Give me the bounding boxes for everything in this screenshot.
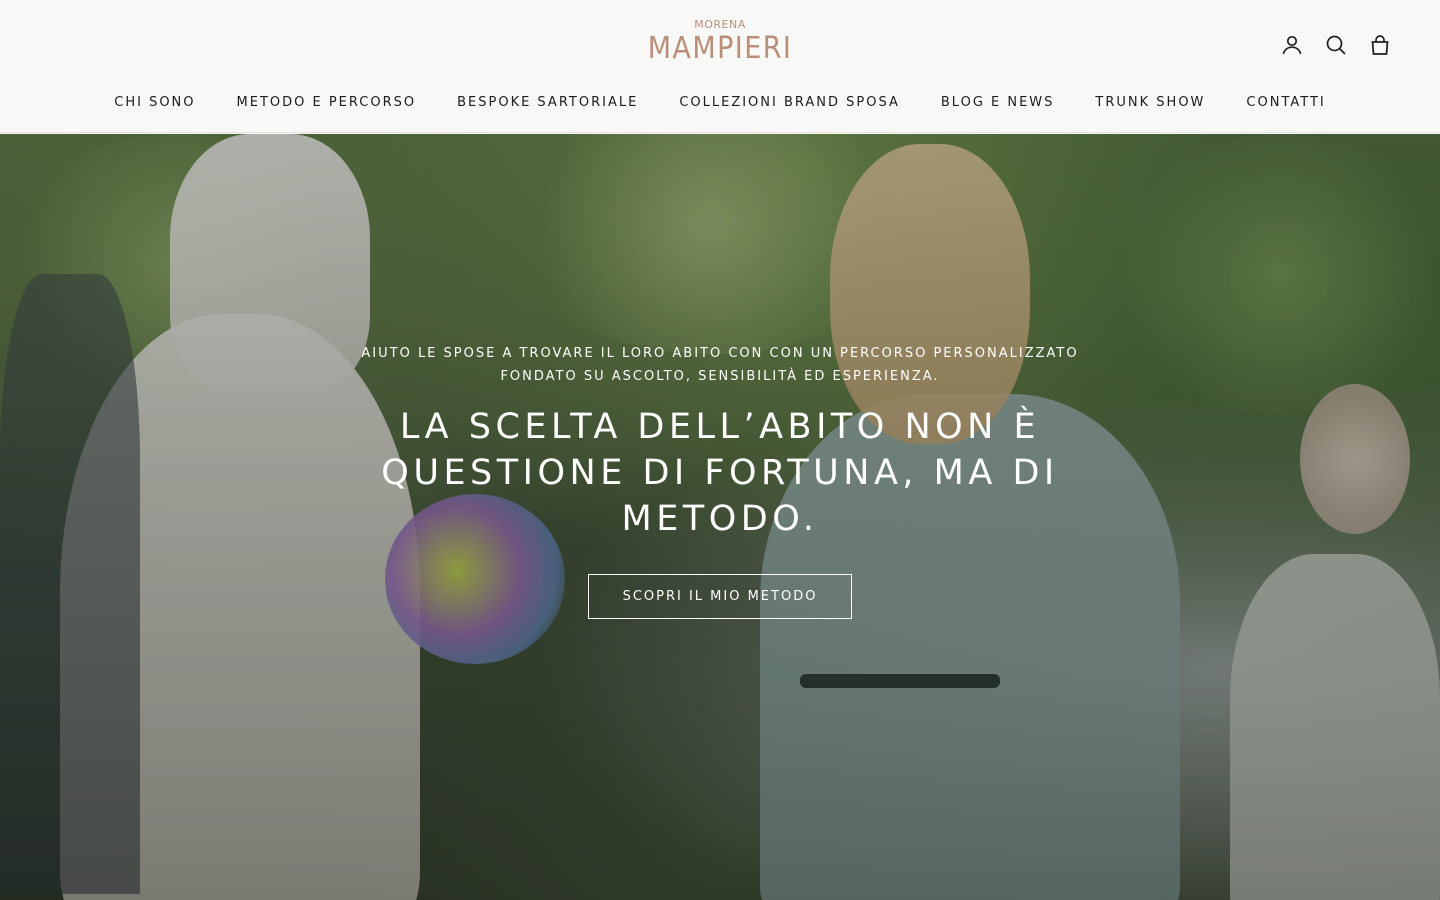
hero-subtitle-line-2: FONDATO SU ASCOLTO, SENSIBILITÀ ED ESPER… bbox=[500, 369, 940, 384]
hero-title: LA SCELTA DELL’ABITO NON È QUESTIONE DI … bbox=[381, 407, 1059, 539]
nav-item-blog-e-news[interactable]: BLOG E NEWS bbox=[941, 92, 1055, 116]
hero-subtitle: AIUTO LE SPOSE A TROVARE IL LORO ABITO C… bbox=[320, 342, 1120, 388]
logo-small-text: MORENA bbox=[694, 18, 746, 31]
search-icon[interactable] bbox=[1324, 33, 1348, 57]
hero-banner: AIUTO LE SPOSE A TROVARE IL LORO ABITO C… bbox=[0, 134, 1440, 900]
nav-item-chi-sono[interactable]: CHI SONO bbox=[114, 92, 195, 116]
header-actions bbox=[1280, 33, 1392, 57]
site-header: MORENA MAMPIERI CHI SONO METODO E PERCOR… bbox=[0, 0, 1440, 133]
nav-item-trunk-show[interactable]: TRUNK SHOW bbox=[1095, 92, 1205, 116]
cart-icon[interactable] bbox=[1368, 33, 1392, 57]
hero-subtitle-line-1: AIUTO LE SPOSE A TROVARE IL LORO ABITO C… bbox=[361, 346, 1079, 361]
nav-item-contatti[interactable]: CONTATTI bbox=[1246, 92, 1325, 116]
nav-item-bespoke-sartoriale[interactable]: BESPOKE SARTORIALE bbox=[457, 92, 638, 116]
logo-main-text: MAMPIERI bbox=[647, 31, 793, 66]
nav-item-collezioni-brand-sposa[interactable]: COLLEZIONI BRAND SPOSA bbox=[679, 92, 900, 116]
discover-method-button[interactable]: SCOPRI IL MIO METODO bbox=[588, 574, 852, 619]
brand-logo[interactable]: MORENA MAMPIERI bbox=[0, 18, 1440, 66]
hero-content: AIUTO LE SPOSE A TROVARE IL LORO ABITO C… bbox=[0, 134, 1440, 900]
main-navigation: CHI SONO METODO E PERCORSO BESPOKE SARTO… bbox=[0, 92, 1440, 116]
account-icon[interactable] bbox=[1280, 33, 1304, 57]
nav-item-metodo-e-percorso[interactable]: METODO E PERCORSO bbox=[237, 92, 417, 116]
